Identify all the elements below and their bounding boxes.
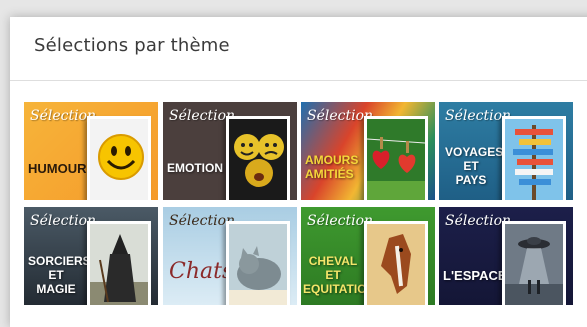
tile-theme-label: Chats <box>169 259 234 284</box>
panel-title: Sélections par thème <box>34 35 230 56</box>
emoji-faces-icon <box>226 116 290 200</box>
tile-theme-label: CHEVAL ET EQUITATION <box>303 254 376 296</box>
tile-theme-label: L'ESPACE <box>443 268 507 283</box>
cat-icon <box>226 221 290 305</box>
hearts-clothesline-icon <box>364 116 428 200</box>
themes-panel: Sélections par thème Sélection HUMOUR Sé… <box>10 17 587 327</box>
theme-tile-cheval-equitation[interactable]: Sélection CHEVAL ET EQUITATION <box>301 207 435 305</box>
ufo-icon <box>502 221 566 305</box>
theme-tile-sorciers-magie[interactable]: Sélection SORCIERS ET MAGIE <box>24 207 158 305</box>
tile-theme-label: HUMOUR <box>28 161 87 176</box>
signpost-icon <box>502 116 566 200</box>
theme-tile-espace[interactable]: Sélection L'ESPACE <box>439 207 573 305</box>
theme-tile-emotion[interactable]: Sélection EMOTION <box>163 102 297 200</box>
tile-theme-label: VOYAGES ET PAYS <box>445 145 504 187</box>
smiley-face-icon <box>87 116 151 200</box>
horse-icon <box>364 221 428 305</box>
divider <box>10 80 587 81</box>
theme-tile-voyages-pays[interactable]: Sélection VOYAGES ET PAYS <box>439 102 573 200</box>
tile-theme-label: AMOURS AMITIÉS <box>305 153 359 181</box>
theme-tile-humour[interactable]: Sélection HUMOUR <box>24 102 158 200</box>
tile-theme-label: SORCIERS ET MAGIE <box>28 254 91 296</box>
theme-tile-amours-amities[interactable]: Sélection AMOURS AMITIÉS <box>301 102 435 200</box>
witch-icon <box>87 221 151 305</box>
theme-tile-chats[interactable]: Sélection Chats <box>163 207 297 305</box>
tile-theme-label: EMOTION <box>167 161 223 175</box>
